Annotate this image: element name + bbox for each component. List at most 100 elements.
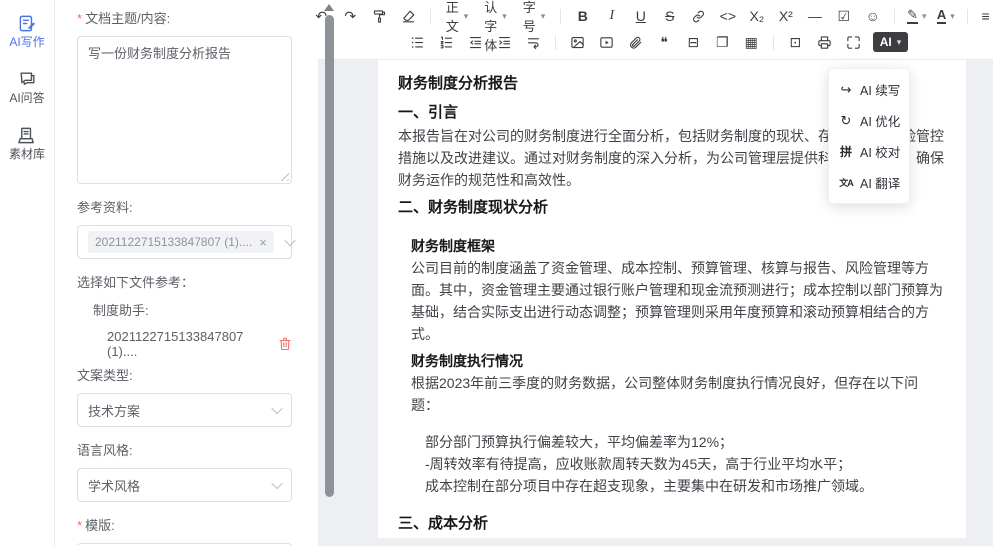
video-button[interactable] xyxy=(592,31,621,53)
language-style-label: 语言风格: xyxy=(77,440,292,459)
font-color-dropdown[interactable]: A▾ xyxy=(931,5,960,27)
chevron-down-icon xyxy=(271,403,282,414)
nav-item-label: AI问答 xyxy=(9,92,44,104)
link-icon xyxy=(691,9,706,24)
italic-icon: I xyxy=(609,9,614,23)
doc-block-li: 部分部门预算执行偏差较大，平均偏差率为12%； xyxy=(425,431,946,453)
nav-item-label: 素材库 xyxy=(9,148,45,160)
menu-ai-optimize[interactable]: ↻AI 优化 xyxy=(829,105,909,136)
blockquote-button[interactable]: ❝ xyxy=(650,31,679,53)
print-button[interactable] xyxy=(810,31,839,53)
emoji-button[interactable]: ☺ xyxy=(858,5,887,27)
attachment-button[interactable] xyxy=(621,31,650,53)
menu-ai-translate[interactable]: 文AAI 翻译 xyxy=(829,167,909,198)
line-wrap-button[interactable] xyxy=(519,31,548,53)
tag-close-icon[interactable]: × xyxy=(259,236,267,249)
table-button[interactable]: ▦ xyxy=(737,31,766,53)
topic-text: 写一份财务制度分析报告 xyxy=(88,46,231,61)
bullet-list-button[interactable] xyxy=(403,31,432,53)
image-button[interactable] xyxy=(563,31,592,53)
page-setup-button[interactable]: ⊡ xyxy=(781,31,810,53)
align-dropdown[interactable]: ≡▾ xyxy=(975,5,993,27)
task-list-button[interactable]: ☑ xyxy=(829,5,858,27)
subscript-icon: X₂ xyxy=(749,9,764,23)
inline-code-button[interactable]: <> xyxy=(713,5,742,27)
font-size-dropdown[interactable]: 字号▾ xyxy=(515,0,554,35)
chat-icon xyxy=(18,70,37,89)
indent-icon xyxy=(497,35,512,50)
toolbar-divider xyxy=(555,35,556,50)
table-icon: ▦ xyxy=(745,35,758,49)
redo-button[interactable]: ↷ xyxy=(336,5,365,27)
outdent-button[interactable] xyxy=(461,31,490,53)
note-icon: ❐ xyxy=(716,35,729,49)
underline-button[interactable]: U xyxy=(626,5,655,27)
app-window: AI写作 AI问答素材库 *文档主题/内容: 写一份财务制度分析报告 参考资料: … xyxy=(0,0,993,546)
doc-block-p1: 根据2023年前三季度的财务数据，公司整体财务制度执行情况良好，但存在以下问题： xyxy=(411,372,946,416)
outdent-icon xyxy=(468,35,483,50)
doc-block-li: 成本控制在部分项目中存在超支现象，主要集中在研发和市场推广领域。 xyxy=(425,475,946,497)
reference-tag: 2021122715133847807 (1).... × xyxy=(88,231,274,253)
chevron-down-icon xyxy=(284,235,295,246)
nav-ai-qa[interactable]: AI问答 xyxy=(9,70,44,104)
page-setup-icon: ⊡ xyxy=(789,35,801,49)
scroll-up-arrow-icon[interactable] xyxy=(324,4,334,11)
nav-material-library[interactable]: 素材库 xyxy=(9,126,45,160)
ai-button-label: AI xyxy=(880,35,892,49)
superscript-icon: X² xyxy=(779,9,793,23)
ordered-list-icon xyxy=(439,35,454,50)
ai-dropdown-button[interactable]: AI▾ xyxy=(873,32,909,52)
paragraph-style-dropdown[interactable]: 正文▾ xyxy=(438,0,477,35)
write-icon xyxy=(18,14,37,33)
required-asterisk: * xyxy=(77,518,82,533)
indent-button[interactable] xyxy=(490,31,519,53)
writing-form-panel: *文档主题/内容: 写一份财务制度分析报告 参考资料: 202112271513… xyxy=(55,0,318,546)
topic-textarea[interactable]: 写一份财务制度分析报告 xyxy=(77,36,292,184)
link-button[interactable] xyxy=(684,5,713,27)
nav-ai-writing[interactable]: AI写作 xyxy=(9,14,44,48)
menu-item-label: AI 续写 xyxy=(860,80,900,99)
proofread-icon: 拼 xyxy=(838,143,854,160)
doc-block-h3: 财务制度框架 xyxy=(411,235,946,257)
toolbar-divider xyxy=(773,35,774,50)
fullscreen-icon xyxy=(846,35,861,50)
chevron-down-icon xyxy=(271,478,282,489)
format-painter-button[interactable] xyxy=(365,5,394,27)
strikethrough-icon: S xyxy=(665,9,674,23)
ordered-list-button[interactable] xyxy=(432,31,461,53)
caret-down-icon: ▾ xyxy=(922,12,927,21)
topic-label: *文档主题/内容: xyxy=(77,8,292,27)
font-color-icon: A xyxy=(937,8,946,24)
language-style-select[interactable]: 学术风格 xyxy=(77,468,292,502)
delete-file-icon[interactable] xyxy=(278,337,292,351)
note-button[interactable]: ❐ xyxy=(708,31,737,53)
highlight-color-dropdown[interactable]: ✎▾ xyxy=(902,5,931,27)
bold-button[interactable]: B xyxy=(568,5,597,27)
underline-icon: U xyxy=(636,9,646,23)
editor-area: ↶↷正文▾默认字体▾字号▾BIUS<>X₂X²—☑☺✎▾A▾≡▾ ❝⊟❐▦⊡AI… xyxy=(318,0,993,546)
menu-ai-continue[interactable]: ↪AI 续写 xyxy=(829,74,909,105)
superscript-button[interactable]: X² xyxy=(771,5,800,27)
doc-block-h2: 三、成本分析 xyxy=(398,512,946,536)
menu-ai-proofread[interactable]: 拼AI 校对 xyxy=(829,136,909,167)
horizontal-rule-button[interactable]: — xyxy=(800,5,829,27)
quote-icon: ❝ xyxy=(660,35,668,49)
caret-down-icon: ▾ xyxy=(541,11,546,22)
copy-type-select[interactable]: 技术方案 xyxy=(77,393,292,427)
reference-select[interactable]: 2021122715133847807 (1).... × xyxy=(77,225,292,259)
paperclip-icon xyxy=(628,35,643,50)
menu-item-label: AI 翻译 xyxy=(860,173,900,192)
strikethrough-button[interactable]: S xyxy=(655,5,684,27)
subscript-button[interactable]: X₂ xyxy=(742,5,771,27)
caret-down-icon: ▾ xyxy=(502,11,507,22)
resize-grip-icon[interactable] xyxy=(280,172,289,181)
file-reference-row: 2021122715133847807 (1).... xyxy=(107,329,292,359)
fullscreen-button[interactable] xyxy=(839,31,868,53)
copy-type-value: 技术方案 xyxy=(88,401,267,420)
scrollbar-thumb[interactable] xyxy=(325,15,334,497)
clear-format-button[interactable] xyxy=(394,5,423,27)
divider-block-button[interactable]: ⊟ xyxy=(679,31,708,53)
nav-item-label: AI写作 xyxy=(9,36,44,48)
italic-button[interactable]: I xyxy=(597,5,626,27)
menu-item-label: AI 优化 xyxy=(860,111,900,130)
